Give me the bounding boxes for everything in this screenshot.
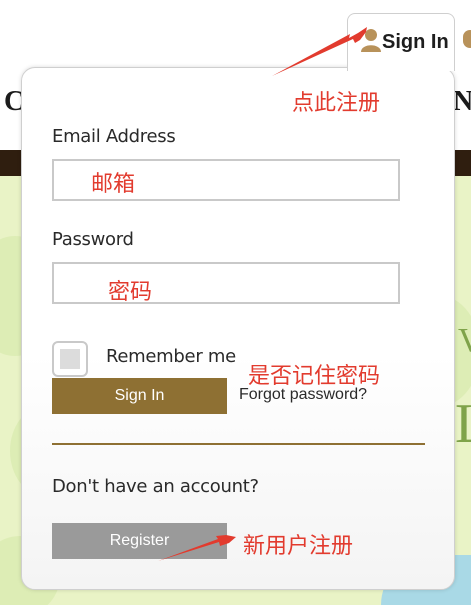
sign-in-button[interactable]: Sign In xyxy=(52,378,227,414)
sign-in-tab[interactable]: Sign In xyxy=(347,13,455,71)
password-field[interactable] xyxy=(52,262,400,304)
annotation-new-user-register: 新用户注册 xyxy=(243,534,354,559)
brand-logo-fragment-right: N xyxy=(453,86,471,117)
annotation-click-to-register: 点此注册 xyxy=(292,91,381,116)
no-account-text: Don't have an account? xyxy=(52,476,259,497)
login-dropdown-panel: Email Address Password Remember me Sign … xyxy=(21,67,455,590)
email-label: Email Address xyxy=(52,126,176,147)
password-label: Password xyxy=(52,229,134,250)
user-icon xyxy=(361,29,381,52)
remember-me-label: Remember me xyxy=(106,346,236,367)
divider xyxy=(52,443,425,445)
cart-icon[interactable] xyxy=(463,30,471,48)
remember-me-checkbox[interactable] xyxy=(52,341,88,377)
background-text-fragment: L xyxy=(455,392,471,456)
register-button[interactable]: Register xyxy=(52,523,227,559)
sign-in-tab-label: Sign In xyxy=(382,31,449,53)
annotation-remember-password: 是否记住密码 xyxy=(248,364,381,389)
annotation-email: 邮箱 xyxy=(91,172,136,197)
background-text-fragment: V xyxy=(458,322,471,359)
annotation-password: 密码 xyxy=(108,280,153,305)
